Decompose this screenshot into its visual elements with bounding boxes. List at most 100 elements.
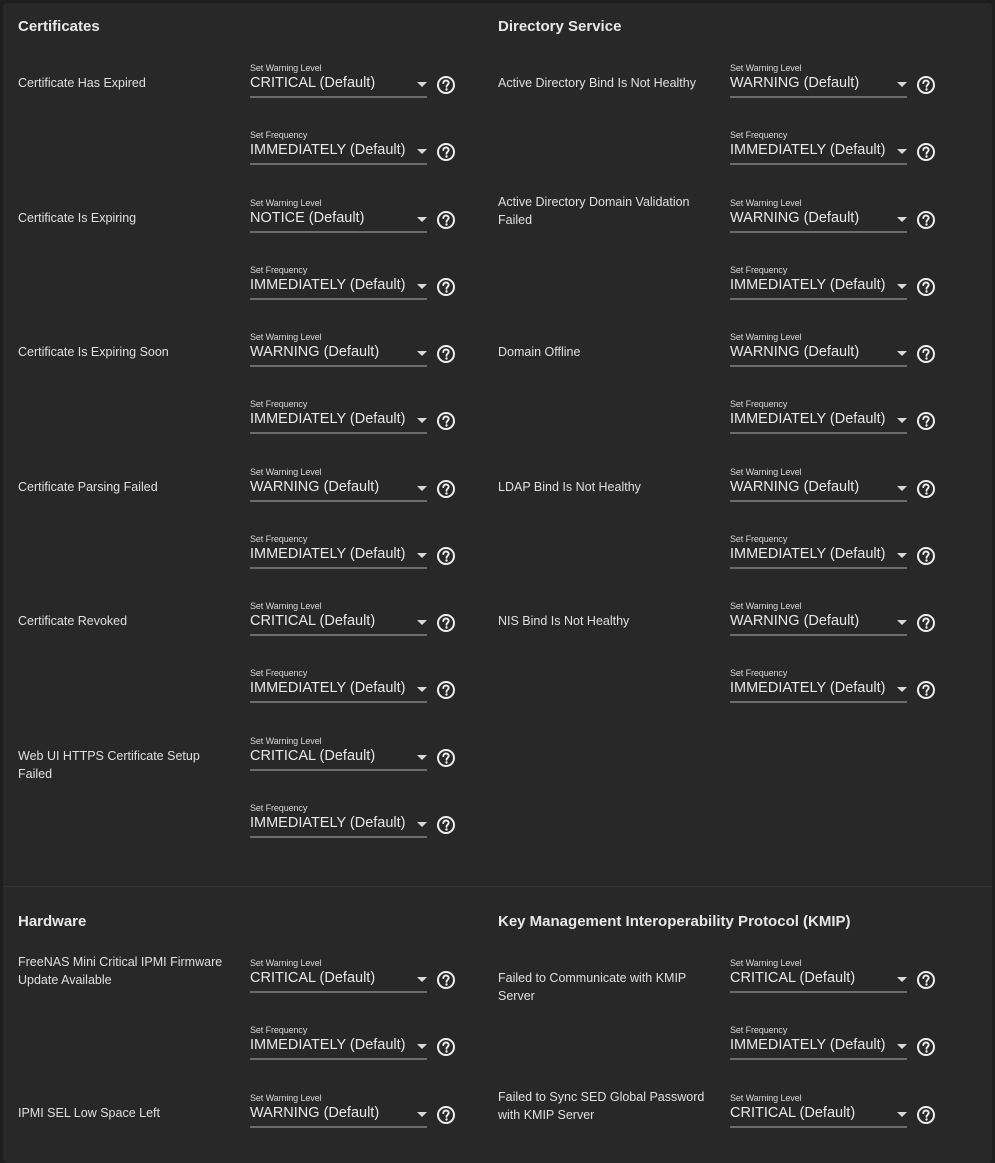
help-icon[interactable] [436,142,456,162]
frequency-label: Set Frequency [250,1025,308,1035]
frequency-select[interactable]: IMMEDIATELY (Default) [730,141,907,165]
frequency-label: Set Frequency [730,130,788,140]
frequency-select[interactable]: IMMEDIATELY (Default) [730,545,907,569]
warning-level-select[interactable]: CRITICAL (Default) [250,74,427,98]
warning-level-select[interactable]: WARNING (Default) [250,1104,427,1128]
frequency-select[interactable]: IMMEDIATELY (Default) [250,1036,427,1060]
help-icon[interactable] [916,546,936,566]
frequency-field: Set Frequency IMMEDIATELY (Default) [730,130,960,170]
frequency-field: Set Frequency IMMEDIATELY (Default) [250,668,480,708]
warning-level-field: Set Warning Level CRITICAL (Default) [730,1093,960,1133]
dropdown-arrow-icon [417,418,427,423]
help-icon[interactable] [436,479,456,499]
help-icon[interactable] [436,75,456,95]
warning-level-select[interactable]: WARNING (Default) [250,343,427,367]
section-title: Certificates [18,18,100,35]
warning-level-select[interactable]: WARNING (Default) [730,343,907,367]
warning-level-select[interactable]: WARNING (Default) [730,478,907,502]
select-value: CRITICAL (Default) [730,970,856,986]
help-icon[interactable] [916,613,936,633]
help-icon[interactable] [436,613,456,633]
dropdown-arrow-icon [897,1111,907,1117]
frequency-field: Set Frequency IMMEDIATELY (Default) [730,534,960,574]
select-value: CRITICAL (Default) [250,75,376,91]
help-icon[interactable] [436,748,456,768]
warning-level-field: Set Warning Level CRITICAL (Default) [730,958,960,998]
frequency-select[interactable]: IMMEDIATELY (Default) [250,141,427,165]
frequency-select[interactable]: IMMEDIATELY (Default) [730,410,907,434]
help-icon[interactable] [436,1037,456,1057]
help-icon[interactable] [916,142,936,162]
help-icon[interactable] [436,344,456,364]
frequency-field: Set Frequency IMMEDIATELY (Default) [250,399,480,439]
help-icon[interactable] [436,815,456,835]
select-value: WARNING (Default) [250,344,380,360]
dropdown-arrow-icon [417,216,427,222]
warning-level-select[interactable]: NOTICE (Default) [250,209,427,233]
warning-level-select[interactable]: CRITICAL (Default) [730,1104,907,1128]
help-icon[interactable] [916,970,936,990]
help-icon[interactable] [436,680,456,700]
help-icon[interactable] [916,277,936,297]
help-icon[interactable] [916,1105,936,1125]
frequency-select[interactable]: IMMEDIATELY (Default) [730,1036,907,1060]
frequency-field: Set Frequency IMMEDIATELY (Default) [250,265,480,305]
warning-level-field: Set Warning Level CRITICAL (Default) [250,601,480,641]
help-icon[interactable] [436,277,456,297]
warning-level-select[interactable]: WARNING (Default) [730,612,907,636]
warning-level-label: Set Warning Level [250,197,322,208]
dropdown-arrow-icon [897,149,907,154]
frequency-select[interactable]: IMMEDIATELY (Default) [730,679,907,703]
frequency-label: Set Frequency [730,399,788,409]
dropdown-arrow-icon [897,1044,907,1049]
warning-level-select[interactable]: WARNING (Default) [730,74,907,98]
alert-name: FreeNAS Mini Critical IPMI Firmware Upda… [18,955,223,987]
help-icon[interactable] [436,970,456,990]
help-icon[interactable] [436,1105,456,1125]
frequency-select[interactable]: IMMEDIATELY (Default) [250,545,427,569]
frequency-label: Set Frequency [250,264,308,275]
help-icon[interactable] [916,344,936,364]
help-icon[interactable] [916,1037,936,1057]
warning-level-label: Set Warning Level [250,332,322,342]
warning-level-select[interactable]: CRITICAL (Default) [730,969,907,993]
warning-level-select[interactable]: WARNING (Default) [730,209,907,233]
frequency-field: Set Frequency IMMEDIATELY (Default) [730,399,960,439]
frequency-select[interactable]: IMMEDIATELY (Default) [730,276,907,300]
frequency-select[interactable]: IMMEDIATELY (Default) [250,410,427,434]
warning-level-label: Set Warning Level [730,958,802,968]
warning-level-field: Set Warning Level WARNING (Default) [730,63,960,103]
warning-level-field: Set Warning Level CRITICAL (Default) [250,958,480,998]
dropdown-arrow-icon [417,283,427,289]
frequency-select[interactable]: IMMEDIATELY (Default) [250,276,427,300]
select-value: CRITICAL (Default) [250,747,376,764]
warning-level-select[interactable]: CRITICAL (Default) [250,969,427,993]
frequency-select[interactable]: IMMEDIATELY (Default) [250,679,427,703]
dropdown-arrow-icon [897,351,907,356]
dropdown-arrow-icon [417,149,427,154]
dropdown-arrow-icon [897,485,907,491]
dropdown-arrow-icon [417,620,427,625]
help-icon[interactable] [916,680,936,700]
select-value: CRITICAL (Default) [250,613,376,629]
frequency-select[interactable]: IMMEDIATELY (Default) [250,814,427,838]
warning-level-select[interactable]: CRITICAL (Default) [250,747,427,771]
help-icon[interactable] [436,546,456,566]
alert-name: Certificate Parsing Failed [18,479,158,494]
help-icon[interactable] [916,479,936,499]
help-icon[interactable] [916,210,936,230]
dropdown-arrow-icon [417,485,427,491]
help-icon[interactable] [436,210,456,230]
select-value: IMMEDIATELY (Default) [730,1037,886,1053]
alert-name: Active Directory Bind Is Not Healthy [498,76,696,90]
frequency-field: Set Frequency IMMEDIATELY (Default) [730,1025,960,1065]
select-value: WARNING (Default) [730,344,860,360]
help-icon[interactable] [916,411,936,431]
warning-level-label: Set Warning Level [250,735,322,746]
warning-level-select[interactable]: CRITICAL (Default) [250,612,427,636]
warning-level-select[interactable]: WARNING (Default) [250,478,427,502]
help-icon[interactable] [436,411,456,431]
frequency-field: Set Frequency IMMEDIATELY (Default) [730,668,960,708]
frequency-label: Set Frequency [250,130,308,140]
help-icon[interactable] [916,75,936,95]
